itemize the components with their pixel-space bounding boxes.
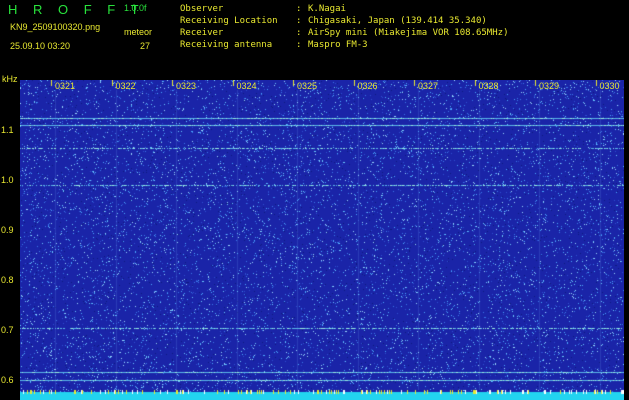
time-tick-label: 0322	[115, 81, 136, 91]
y-tick-label: 0.9	[1, 225, 14, 235]
info-value: Maspro FM-3	[308, 40, 368, 50]
datetime: 25.09.10 03:20	[10, 41, 71, 51]
info-value: K.Nagai	[308, 4, 346, 14]
info-value: AirSpy mini (Miakejima VOR 108.65MHz)	[308, 28, 509, 38]
y-axis-unit: kHz	[2, 74, 18, 84]
spectrogram-canvas	[20, 80, 624, 400]
info-value: Chigasaki, Japan (139.414 35.340)	[308, 16, 487, 26]
time-tick-label: 0330	[599, 81, 620, 91]
time-tick-label: 0327	[418, 81, 439, 91]
time-tick-label: 0321	[55, 81, 76, 91]
y-tick-label: 0.7	[1, 325, 14, 335]
info-label: Receiving Location	[180, 16, 278, 26]
app-version: 1.0.0f	[124, 3, 147, 13]
header-panel: H R O F F T 1.0.0f KN9_2509100320.png me…	[0, 0, 629, 72]
info-row-antenna: Receiving antenna: Maspro FM-3	[180, 40, 368, 50]
time-tick-label: 0325	[297, 81, 318, 91]
info-row-location: Receiving Location: Chigasaki, Japan (139…	[180, 16, 487, 26]
y-tick-label: 1.0	[1, 175, 14, 185]
time-tick-label: 0329	[539, 81, 560, 91]
time-tick-label: 0326	[357, 81, 378, 91]
meteor-label: meteor	[124, 27, 153, 37]
info-row-observer: Observer: K.Nagai	[180, 4, 346, 14]
spectrogram-plot	[20, 80, 624, 400]
info-row-receiver: Receiver: AirSpy mini (Miakejima VOR 108.…	[180, 28, 509, 38]
time-tick-label: 0324	[236, 81, 257, 91]
y-tick-label: 0.8	[1, 275, 14, 285]
meteor-count: 27	[140, 41, 151, 51]
y-tick-label: 0.6	[1, 375, 14, 385]
file-name: KN9_2509100320.png	[10, 22, 101, 32]
info-label: Receiving antenna	[180, 40, 273, 50]
info-label: Observer	[180, 4, 224, 14]
y-tick-label: 1.1	[1, 125, 14, 135]
time-tick-label: 0328	[478, 81, 499, 91]
time-tick-label: 0323	[176, 81, 197, 91]
info-label: Receiver	[180, 28, 224, 38]
